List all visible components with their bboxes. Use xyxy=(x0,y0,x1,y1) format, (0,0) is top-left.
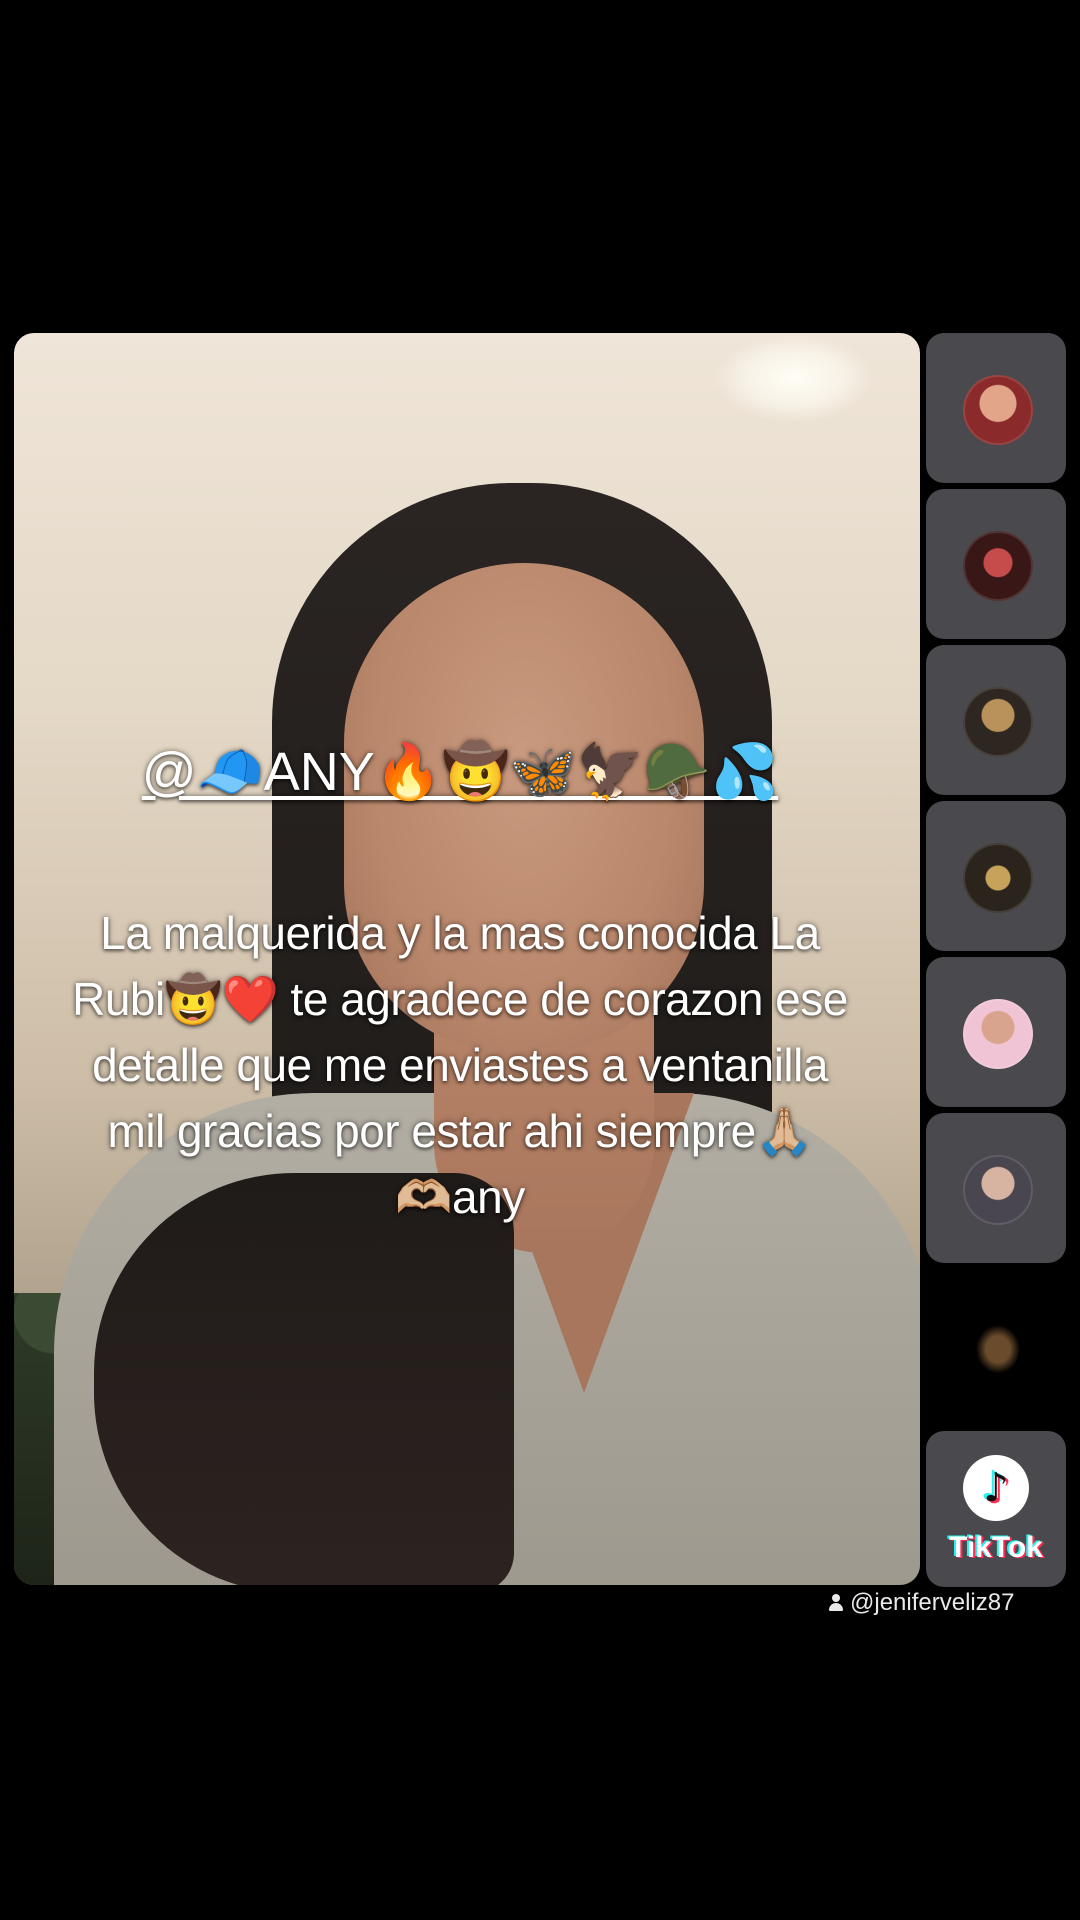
user-icon xyxy=(828,1594,844,1612)
tiktok-wordmark: TikTok xyxy=(949,1531,1043,1564)
music-note-icon: ♪ xyxy=(983,1465,1009,1511)
tiktok-logo-icon: ♪ xyxy=(963,1455,1029,1521)
mention-caption: @🧢ANY🔥🤠🦋🦅🪖💦 xyxy=(141,742,779,802)
handle-text: @jeniferveliz87 xyxy=(850,1589,1015,1616)
person-hair-front xyxy=(94,1173,514,1585)
creator-handle: @jeniferveliz87 xyxy=(828,1589,1014,1617)
participant-tile[interactable] xyxy=(926,957,1066,1107)
participant-avatar[interactable] xyxy=(963,687,1033,757)
message-line: mil gracias por estar ahi siempre🙏🏼 xyxy=(107,1105,813,1157)
message-line: 🫶🏼any xyxy=(395,1171,525,1223)
participant-avatar[interactable] xyxy=(963,999,1033,1069)
participant-tile[interactable] xyxy=(926,489,1066,639)
participant-avatar[interactable] xyxy=(963,1311,1033,1381)
participant-avatar[interactable] xyxy=(963,843,1033,913)
message-line: La malquerida y la mas conocida La xyxy=(100,907,820,959)
participant-avatar[interactable] xyxy=(963,531,1033,601)
message-line: Rubi🤠❤️ te agradece de corazon ese xyxy=(72,973,848,1025)
ceiling-light xyxy=(714,333,874,423)
participant-sidebar xyxy=(926,333,1066,1425)
participant-tile[interactable] xyxy=(926,1113,1066,1263)
participant-tile[interactable] xyxy=(926,801,1066,951)
participant-tile[interactable] xyxy=(926,333,1066,483)
tiktok-watermark: ♪ TikTok xyxy=(926,1431,1066,1587)
participant-tile[interactable] xyxy=(926,1269,1066,1419)
participant-avatar[interactable] xyxy=(963,1155,1033,1225)
participant-avatar[interactable] xyxy=(963,375,1033,445)
participant-tile[interactable] xyxy=(926,645,1066,795)
message-caption: La malquerida y la mas conocida La Rubi🤠… xyxy=(60,900,860,1230)
message-line: detalle que me enviastes a ventanilla xyxy=(92,1039,828,1091)
